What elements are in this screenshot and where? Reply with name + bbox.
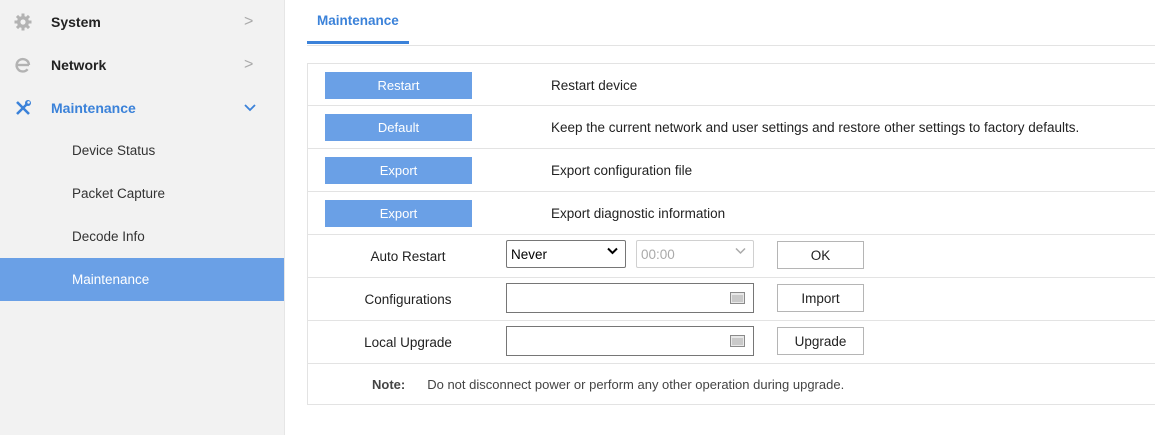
tab-bar: Maintenance xyxy=(307,0,1155,46)
gear-icon xyxy=(12,11,34,33)
chevron-down-icon xyxy=(244,99,256,117)
configurations-row: Configurations Import xyxy=(307,278,1155,321)
restart-row: Restart Restart device xyxy=(307,63,1155,106)
note-label: Note: xyxy=(372,376,406,392)
default-row: Default Keep the current network and use… xyxy=(307,106,1155,149)
chevron-right-icon: > xyxy=(244,12,254,30)
chevron-down-icon xyxy=(735,246,746,258)
upgrade-note: Note: Do not disconnect power or perform… xyxy=(372,364,844,404)
ok-button[interactable]: OK xyxy=(777,241,864,269)
tools-icon xyxy=(12,97,34,119)
upgrade-button[interactable]: Upgrade xyxy=(777,327,864,355)
sidebar: System > Network > Maintenance Device St… xyxy=(0,0,285,435)
folder-icon[interactable] xyxy=(730,292,745,304)
configurations-label: Configurations xyxy=(364,291,452,307)
maintenance-panel: Restart Restart device Default Keep the … xyxy=(307,63,1155,405)
auto-restart-label: Auto Restart xyxy=(370,248,446,264)
export-config-button[interactable]: Export xyxy=(325,157,472,184)
upgrade-file-input[interactable] xyxy=(506,326,754,356)
nav-group-label: System xyxy=(51,13,101,30)
sidebar-item-maintenance[interactable]: Maintenance xyxy=(0,258,284,301)
sidebar-item-packet-capture[interactable]: Packet Capture xyxy=(0,172,284,215)
sidebar-item-device-status[interactable]: Device Status xyxy=(0,129,284,172)
chevron-right-icon: > xyxy=(244,55,254,73)
restart-description: Restart device xyxy=(551,77,638,93)
chevron-down-icon xyxy=(607,246,618,258)
auto-restart-time-select[interactable]: 00:00 xyxy=(636,240,754,268)
export-diagnostic-row: Export Export diagnostic information xyxy=(307,192,1155,235)
local-upgrade-label: Local Upgrade xyxy=(364,334,452,350)
configurations-file-input[interactable] xyxy=(506,283,754,313)
nav-group-label: Network xyxy=(51,56,107,73)
frequency-value: Never xyxy=(511,246,548,262)
local-upgrade-row: Local Upgrade Upgrade xyxy=(307,321,1155,364)
folder-icon[interactable] xyxy=(730,335,745,347)
note-row: Note: Do not disconnect power or perform… xyxy=(307,364,1155,405)
nav-group-label: Maintenance xyxy=(51,99,136,116)
auto-restart-row: Auto Restart Never 00:00 OK xyxy=(307,235,1155,278)
export-config-description: Export configuration file xyxy=(551,162,693,178)
import-button[interactable]: Import xyxy=(777,284,864,312)
time-value: 00:00 xyxy=(641,246,675,262)
auto-restart-frequency-select[interactable]: Never xyxy=(506,240,626,268)
nav-group-maintenance[interactable]: Maintenance xyxy=(0,86,284,129)
export-diagnostic-button[interactable]: Export xyxy=(325,200,472,227)
restart-button[interactable]: Restart xyxy=(325,72,472,99)
network-icon xyxy=(12,54,34,76)
nav-group-network[interactable]: Network > xyxy=(0,43,284,86)
export-diagnostic-description: Export diagnostic information xyxy=(551,205,726,221)
default-button[interactable]: Default xyxy=(325,114,472,141)
note-text: Do not disconnect power or perform any o… xyxy=(427,376,845,392)
sidebar-item-decode-info[interactable]: Decode Info xyxy=(0,215,284,258)
default-description: Keep the current network and user settin… xyxy=(551,119,1080,135)
tab-maintenance[interactable]: Maintenance xyxy=(307,0,409,44)
export-config-row: Export Export configuration file xyxy=(307,149,1155,192)
nav-group-system[interactable]: System > xyxy=(0,0,284,43)
